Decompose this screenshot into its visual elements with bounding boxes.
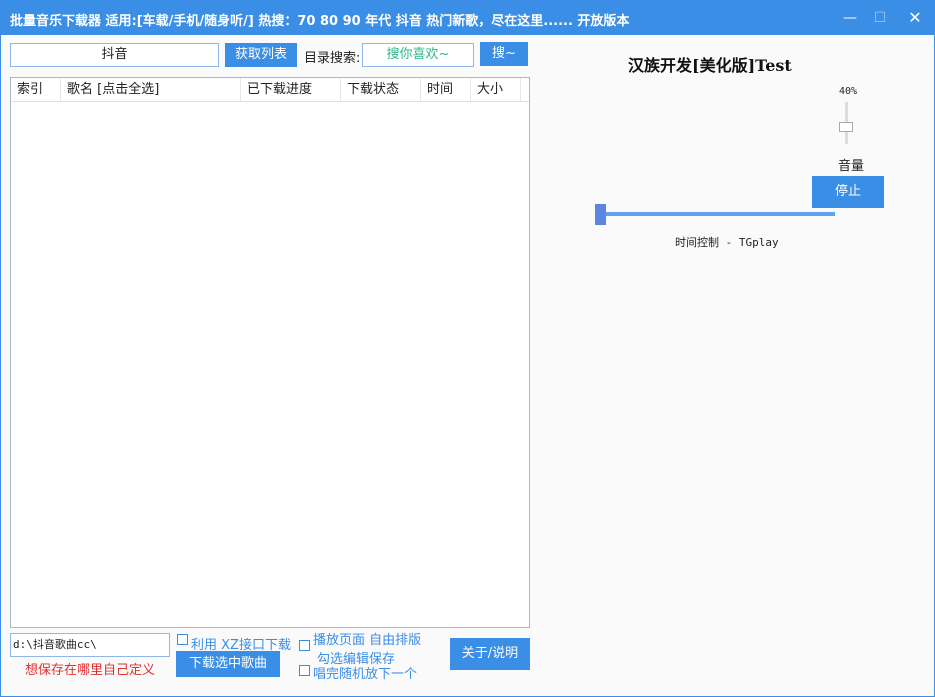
free-layout-checkbox[interactable] — [299, 640, 310, 651]
song-list-table[interactable]: 索引 歌名 [点击全选] 已下载进度 下载状态 时间 大小 — [10, 77, 530, 628]
stop-button[interactable]: 停止 — [812, 176, 884, 208]
window-title: 批量音乐下载器 适用:[车载/手机/随身听/] 热搜：70 80 90 年代 抖… — [10, 14, 630, 29]
save-path-hint: 想保存在哪里自己定义 — [25, 663, 156, 678]
column-header-status[interactable]: 下载状态 — [341, 78, 421, 101]
volume-percent: 40% — [839, 86, 858, 97]
volume-label: 音量 — [838, 159, 865, 174]
download-selected-button[interactable]: 下载选中歌曲 — [176, 651, 280, 677]
dir-search-input[interactable]: 搜你喜欢~ — [362, 43, 474, 67]
free-layout-label[interactable]: 播放页面 自由排版 — [313, 629, 421, 648]
time-slider-track[interactable] — [601, 212, 835, 216]
volume-slider-thumb[interactable] — [839, 122, 853, 132]
xz-interface-checkbox[interactable] — [177, 634, 188, 645]
random-next-checkbox[interactable] — [299, 665, 310, 676]
title-bar[interactable]: 批量音乐下载器 适用:[车载/手机/随身听/] 热搜：70 80 90 年代 抖… — [1, 1, 934, 35]
close-button[interactable]: ✕ — [901, 6, 929, 30]
column-header-progress[interactable]: 已下载进度 — [241, 78, 341, 101]
table-header: 索引 歌名 [点击全选] 已下载进度 下载状态 时间 大小 — [11, 78, 529, 102]
main-window: 批量音乐下载器 适用:[车载/手机/随身听/] 热搜：70 80 90 年代 抖… — [0, 0, 935, 697]
column-header-size[interactable]: 大小 — [471, 78, 521, 101]
time-slider-thumb[interactable] — [595, 204, 606, 225]
save-path-input[interactable]: d:\抖音歌曲cc\ — [10, 633, 170, 657]
column-header-time[interactable]: 时间 — [421, 78, 471, 101]
maximize-button[interactable]: ☐ — [866, 6, 894, 30]
minimize-button[interactable]: — — [836, 6, 864, 30]
about-button[interactable]: 关于/说明 — [450, 638, 530, 670]
random-next-label[interactable]: 唱完随机放下一个 — [313, 663, 417, 682]
column-header-song-name[interactable]: 歌名 [点击全选] — [61, 78, 241, 101]
search-button[interactable]: 搜~ — [480, 42, 528, 66]
dir-search-label: 目录搜索: — [304, 51, 361, 66]
player-title: 汉族开发[美化版]Test — [628, 56, 792, 75]
fetch-list-button[interactable]: 获取列表 — [225, 43, 297, 67]
keyword-input[interactable]: 抖音 — [10, 43, 219, 67]
column-header-index[interactable]: 索引 — [11, 78, 61, 101]
time-control-label: 时间控制 - TGplay — [675, 236, 779, 249]
